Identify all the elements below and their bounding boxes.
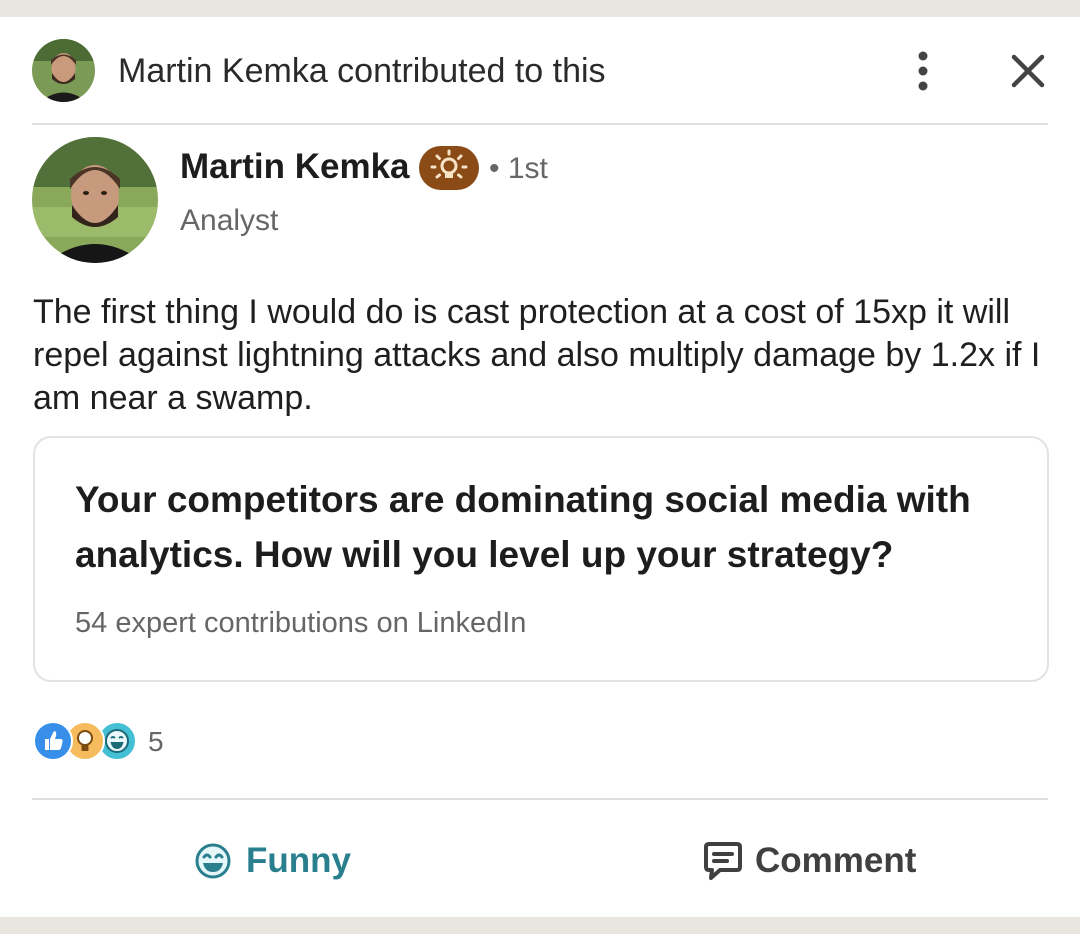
divider xyxy=(32,798,1048,800)
close-button[interactable] xyxy=(1006,49,1050,93)
more-options-button[interactable] xyxy=(903,45,943,97)
close-icon xyxy=(1011,54,1045,88)
contributor-name[interactable]: Martin Kemka xyxy=(118,52,328,90)
comment-label: Comment xyxy=(755,841,917,880)
like-icon xyxy=(33,721,73,761)
reaction-count: 5 xyxy=(148,726,164,757)
author-name[interactable]: Martin Kemka xyxy=(180,147,410,187)
contribution-header: Martin Kemka contributed to this xyxy=(0,17,1080,124)
contributor-avatar[interactable] xyxy=(32,39,95,102)
funny-icon xyxy=(195,843,231,879)
author-headline: Analyst xyxy=(180,204,279,237)
contribution-card: Martin Kemka contributed to this Martin … xyxy=(0,17,1080,917)
article-meta: 54 expert contributions on LinkedIn xyxy=(75,607,527,639)
author-avatar[interactable] xyxy=(32,137,158,263)
more-vertical-icon xyxy=(918,51,928,91)
contribution-line: Martin Kemka contributed to this xyxy=(118,51,606,91)
comment-icon xyxy=(704,842,742,880)
funny-label: Funny xyxy=(246,841,351,880)
post-text: The first thing I would do is cast prote… xyxy=(33,293,1041,417)
lightbulb-icon xyxy=(430,149,468,179)
contributed-text: contributed to this xyxy=(327,52,606,90)
top-voice-badge xyxy=(419,146,479,190)
article-title[interactable]: Your competitors are dominating social m… xyxy=(75,472,1035,582)
divider xyxy=(32,123,1048,125)
connection-degree: • 1st xyxy=(489,152,548,185)
article-card[interactable]: Your competitors are dominating social m… xyxy=(33,436,1049,682)
